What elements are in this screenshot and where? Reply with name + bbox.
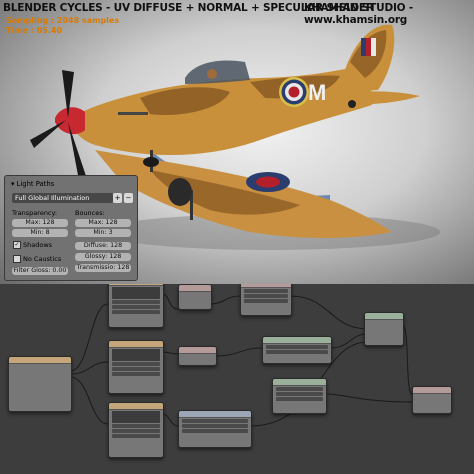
filter-gloss-field[interactable]: Filter Gloss: 0.00 [12,267,68,275]
image-texture-node-diffuse[interactable] [108,284,164,328]
transmission-bounces-field[interactable]: Transmissio: 128 [75,264,131,272]
bounces-max-field[interactable]: Max: 128 [75,219,131,227]
add-preset-button[interactable]: + [113,193,122,203]
no-caustics-checkbox[interactable] [13,255,21,263]
sampling-readout: Sampling : 2048 samples [6,16,120,25]
render-viewport: M BLENDER CYCLES - UV DIFFUSE + NORMAL +… [0,0,474,284]
render-time-readout: Time : 05.40 [6,26,63,35]
remove-preset-button[interactable]: − [124,193,133,203]
light-paths-panel: ▾ Light Paths Full Global Illumination +… [4,175,138,281]
glossy-bounces-field[interactable]: Glossy: 128 [75,253,131,261]
material-output-node[interactable] [412,386,452,414]
node-editor[interactable] [0,284,474,474]
diffuse-bsdf-node[interactable] [262,336,332,364]
glossy-bsdf-node[interactable] [272,378,327,414]
shadows-label: Shadows [23,241,53,249]
light-paths-title: Light Paths [16,180,55,188]
multiply-math-node[interactable] [240,284,292,316]
image-texture-node-specular[interactable] [108,340,164,394]
shadows-checkbox[interactable]: ✓ [13,241,21,249]
bounces-label: Bounces: [75,209,105,217]
aircraft-code-letter: M [308,80,326,105]
mix-shader-node[interactable] [364,312,404,346]
invert-node[interactable] [178,346,217,366]
transparency-max-field[interactable]: Max: 128 [12,219,68,227]
studio-credit: KHAMSIN STUDIO - www.khamsin.org [304,2,414,26]
transparency-label: Transparency: [12,209,58,217]
integrator-preset-select[interactable]: Full Global Illumination [12,193,113,203]
transparency-min-field[interactable]: Min: 8 [12,229,68,237]
normal-map-node[interactable] [178,410,252,448]
collapse-triangle-icon[interactable]: ▾ [11,180,14,188]
image-texture-node-normal[interactable] [108,402,164,458]
light-paths-header[interactable]: ▾ Light Paths [11,180,54,188]
texture-coordinate-node[interactable] [8,356,72,412]
rgb-to-bw-node[interactable] [178,284,212,310]
diffuse-bounces-field[interactable]: Diffuse: 128 [75,242,131,250]
no-caustics-label: No Caustics [23,255,62,263]
bounces-min-field[interactable]: Min: 3 [75,229,131,237]
